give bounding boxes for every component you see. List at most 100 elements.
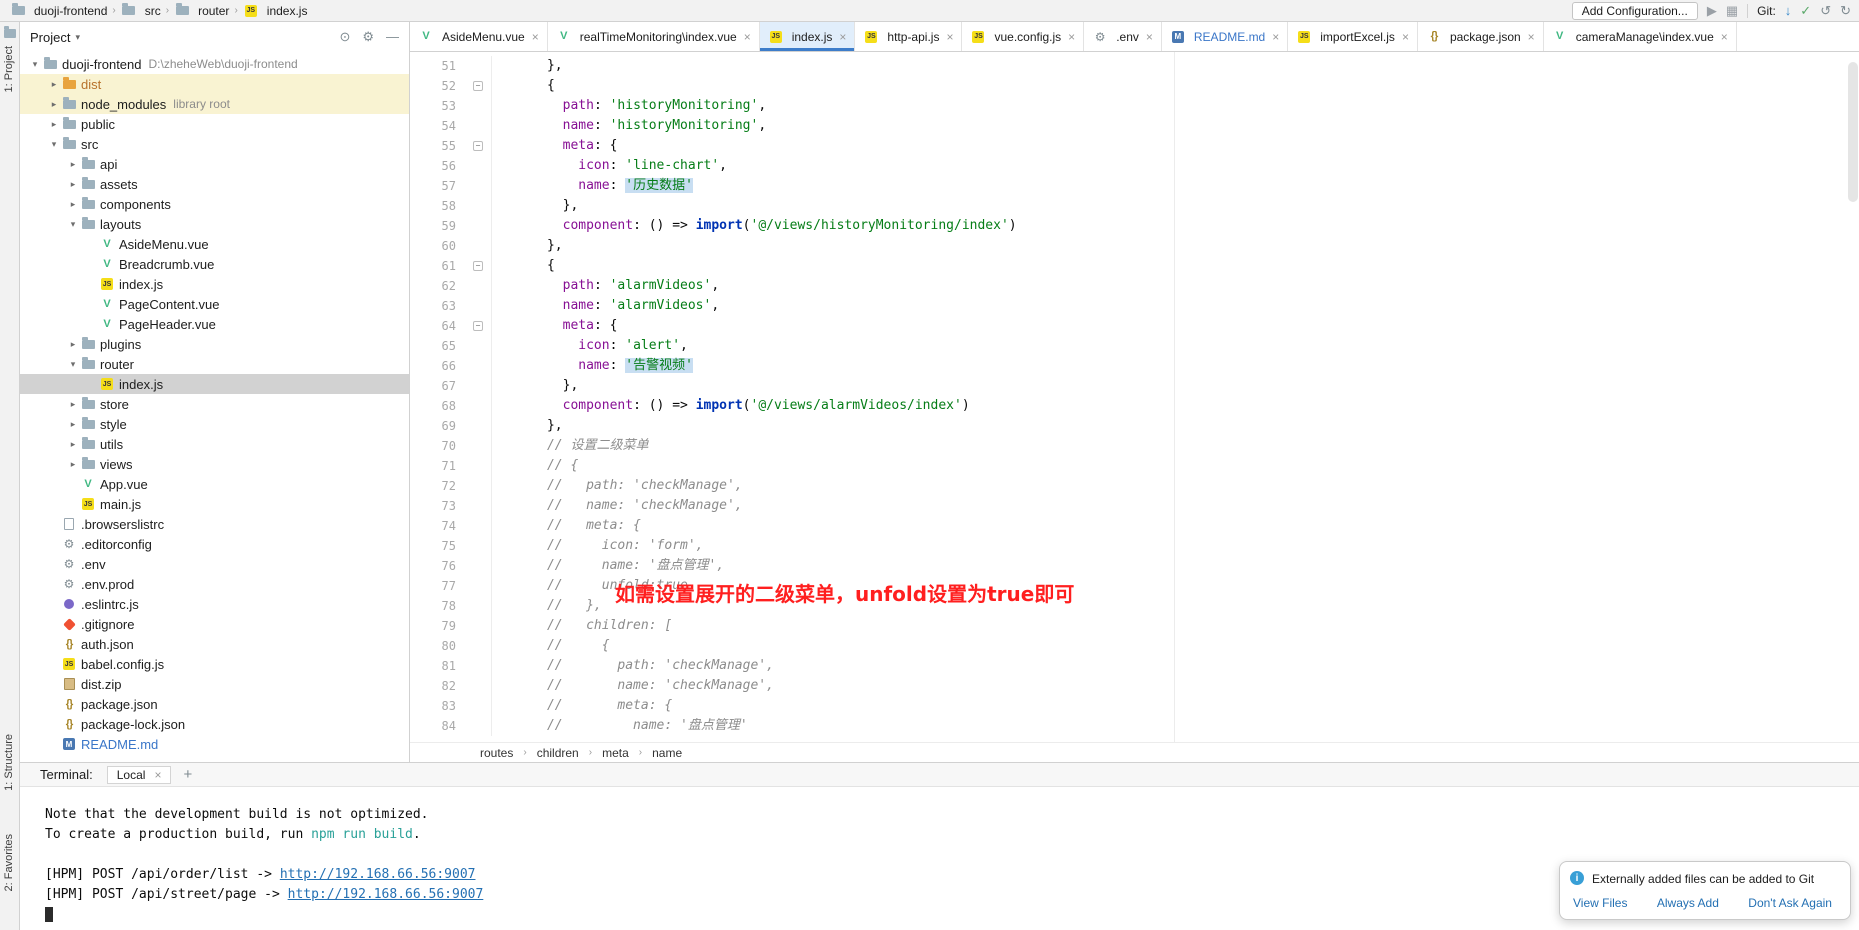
tree-item[interactable]: src — [20, 134, 409, 154]
chevron-right-icon[interactable] — [66, 399, 80, 410]
tree-item[interactable]: layouts — [20, 214, 409, 234]
notification-action[interactable]: View Files — [1573, 896, 1627, 910]
fold-minus-icon[interactable]: − — [473, 261, 483, 271]
code-line[interactable]: 54 name: 'historyMonitoring', — [410, 116, 1859, 136]
tree-item[interactable]: .env.prod — [20, 574, 409, 594]
breadcrumb-item[interactable]: index.js — [241, 4, 310, 18]
editor-tab-readme-md[interactable]: README.md — [1162, 22, 1288, 51]
tree-item[interactable]: index.js — [20, 274, 409, 294]
tree-item[interactable]: plugins — [20, 334, 409, 354]
tree-item[interactable]: auth.json — [20, 634, 409, 654]
terminal-tab-local[interactable]: Local — [107, 766, 172, 784]
editor-scrollbar[interactable] — [1848, 62, 1858, 202]
code-line[interactable]: 73 // name: 'checkManage', — [410, 496, 1859, 516]
tree-item[interactable]: api — [20, 154, 409, 174]
code-area[interactable]: 51 },52− {53 path: 'historyMonitoring',5… — [410, 52, 1859, 742]
code-line[interactable]: 62 path: 'alarmVideos', — [410, 276, 1859, 296]
add-configuration-button[interactable]: Add Configuration... — [1572, 2, 1698, 20]
stripe-favorites-tab[interactable]: 2: Favorites — [3, 834, 15, 891]
code-line[interactable]: 69 }, — [410, 416, 1859, 436]
code-line[interactable]: 81 // path: 'checkManage', — [410, 656, 1859, 676]
breadcrumb-item[interactable]: router — [172, 4, 231, 18]
tree-item[interactable]: .browserslistrc — [20, 514, 409, 534]
editor-breadcrumb-item[interactable]: routes — [480, 746, 513, 760]
history-icon[interactable]: ↺ — [1820, 4, 1831, 17]
hide-panel-icon[interactable] — [386, 29, 399, 45]
code-line[interactable]: 56 icon: 'line-chart', — [410, 156, 1859, 176]
code-line[interactable]: 64− meta: { — [410, 316, 1859, 336]
terminal-link[interactable]: http://192.168.66.56:9007 — [280, 867, 476, 882]
editor-tab-package-json[interactable]: package.json — [1418, 22, 1544, 51]
code-line[interactable]: 66 name: '告警视频' — [410, 356, 1859, 376]
code-line[interactable]: 76 // name: '盘点管理', — [410, 556, 1859, 576]
code-line[interactable]: 72 // path: 'checkManage', — [410, 476, 1859, 496]
tree-item[interactable]: components — [20, 194, 409, 214]
stripe-structure-tab[interactable]: 1: Structure — [3, 734, 15, 791]
tree-item[interactable]: node_moduleslibrary root — [20, 94, 409, 114]
tree-item[interactable]: index.js — [20, 374, 409, 394]
chevron-down-icon[interactable] — [66, 359, 80, 370]
code-line[interactable]: 82 // name: 'checkManage', — [410, 676, 1859, 696]
stripe-project-tab[interactable]: 1: Project — [3, 46, 15, 92]
chevron-down-icon[interactable] — [66, 219, 80, 230]
close-icon[interactable] — [1272, 31, 1279, 43]
close-icon[interactable] — [154, 769, 161, 781]
tree-item[interactable]: dist — [20, 74, 409, 94]
close-icon[interactable] — [1528, 31, 1535, 43]
code-line[interactable]: 75 // icon: 'form', — [410, 536, 1859, 556]
chevron-right-icon[interactable] — [66, 159, 80, 170]
fold-minus-icon[interactable]: − — [473, 321, 483, 331]
code-line[interactable]: 53 path: 'historyMonitoring', — [410, 96, 1859, 116]
code-line[interactable]: 59 component: () => import('@/views/hist… — [410, 216, 1859, 236]
editor-tab--env[interactable]: .env — [1084, 22, 1162, 51]
code-line[interactable]: 68 component: () => import('@/views/alar… — [410, 396, 1859, 416]
close-icon[interactable] — [744, 31, 751, 43]
new-terminal-button[interactable] — [183, 767, 192, 782]
chevron-right-icon[interactable] — [47, 99, 61, 110]
editor-tab-importexcel-js[interactable]: importExcel.js — [1288, 22, 1418, 51]
breadcrumb-item[interactable]: duoji-frontend — [8, 4, 109, 18]
tree-item[interactable]: duoji-frontendD:\zheheWeb\duoji-frontend — [20, 54, 409, 74]
breadcrumb-item[interactable]: src — [119, 4, 163, 18]
code-line[interactable]: 67 }, — [410, 376, 1859, 396]
tree-item[interactable]: .eslintrc.js — [20, 594, 409, 614]
close-icon[interactable] — [1402, 31, 1409, 43]
chevron-right-icon[interactable] — [66, 459, 80, 470]
code-line[interactable]: 65 icon: 'alert', — [410, 336, 1859, 356]
terminal-link[interactable]: http://192.168.66.56:9007 — [288, 887, 484, 902]
chevron-down-icon[interactable] — [47, 139, 61, 150]
tree-item[interactable]: README.md — [20, 734, 409, 754]
code-line[interactable]: 55− meta: { — [410, 136, 1859, 156]
tree-item[interactable]: .gitignore — [20, 614, 409, 634]
code-line[interactable]: 51 }, — [410, 56, 1859, 76]
tree-item[interactable]: main.js — [20, 494, 409, 514]
notification-action[interactable]: Always Add — [1657, 896, 1719, 910]
tree-item[interactable]: Breadcrumb.vue — [20, 254, 409, 274]
editor-tab-vue-config-js[interactable]: vue.config.js — [962, 22, 1084, 51]
notification-action[interactable]: Don't Ask Again — [1748, 896, 1832, 910]
close-icon[interactable] — [1146, 31, 1153, 43]
tree-item[interactable]: AsideMenu.vue — [20, 234, 409, 254]
run-icon[interactable]: ▶ — [1707, 4, 1717, 17]
editor-breadcrumb-item[interactable]: name — [652, 746, 682, 760]
code-line[interactable]: 70 // 设置二级菜单 — [410, 436, 1859, 456]
tree-item[interactable]: App.vue — [20, 474, 409, 494]
code-line[interactable]: 60 }, — [410, 236, 1859, 256]
close-icon[interactable] — [1721, 31, 1728, 43]
code-line[interactable]: 79 // children: [ — [410, 616, 1859, 636]
editor-tab-index-js[interactable]: index.js — [760, 22, 856, 51]
tree-item[interactable]: dist.zip — [20, 674, 409, 694]
code-line[interactable]: 61− { — [410, 256, 1859, 276]
locate-icon[interactable] — [339, 29, 350, 45]
chevron-right-icon[interactable] — [66, 179, 80, 190]
gear-icon[interactable] — [362, 29, 374, 45]
editor-tab-http-api-js[interactable]: http-api.js — [855, 22, 962, 51]
editor-breadcrumb-item[interactable]: meta — [602, 746, 629, 760]
code-line[interactable]: 84 // name: '盘点管理' — [410, 716, 1859, 736]
code-line[interactable]: 63 name: 'alarmVideos', — [410, 296, 1859, 316]
commit-icon[interactable]: ✓ — [1800, 4, 1811, 17]
code-line[interactable]: 74 // meta: { — [410, 516, 1859, 536]
tree-item[interactable]: PageContent.vue — [20, 294, 409, 314]
tree-item[interactable]: views — [20, 454, 409, 474]
code-line[interactable]: 80 // { — [410, 636, 1859, 656]
